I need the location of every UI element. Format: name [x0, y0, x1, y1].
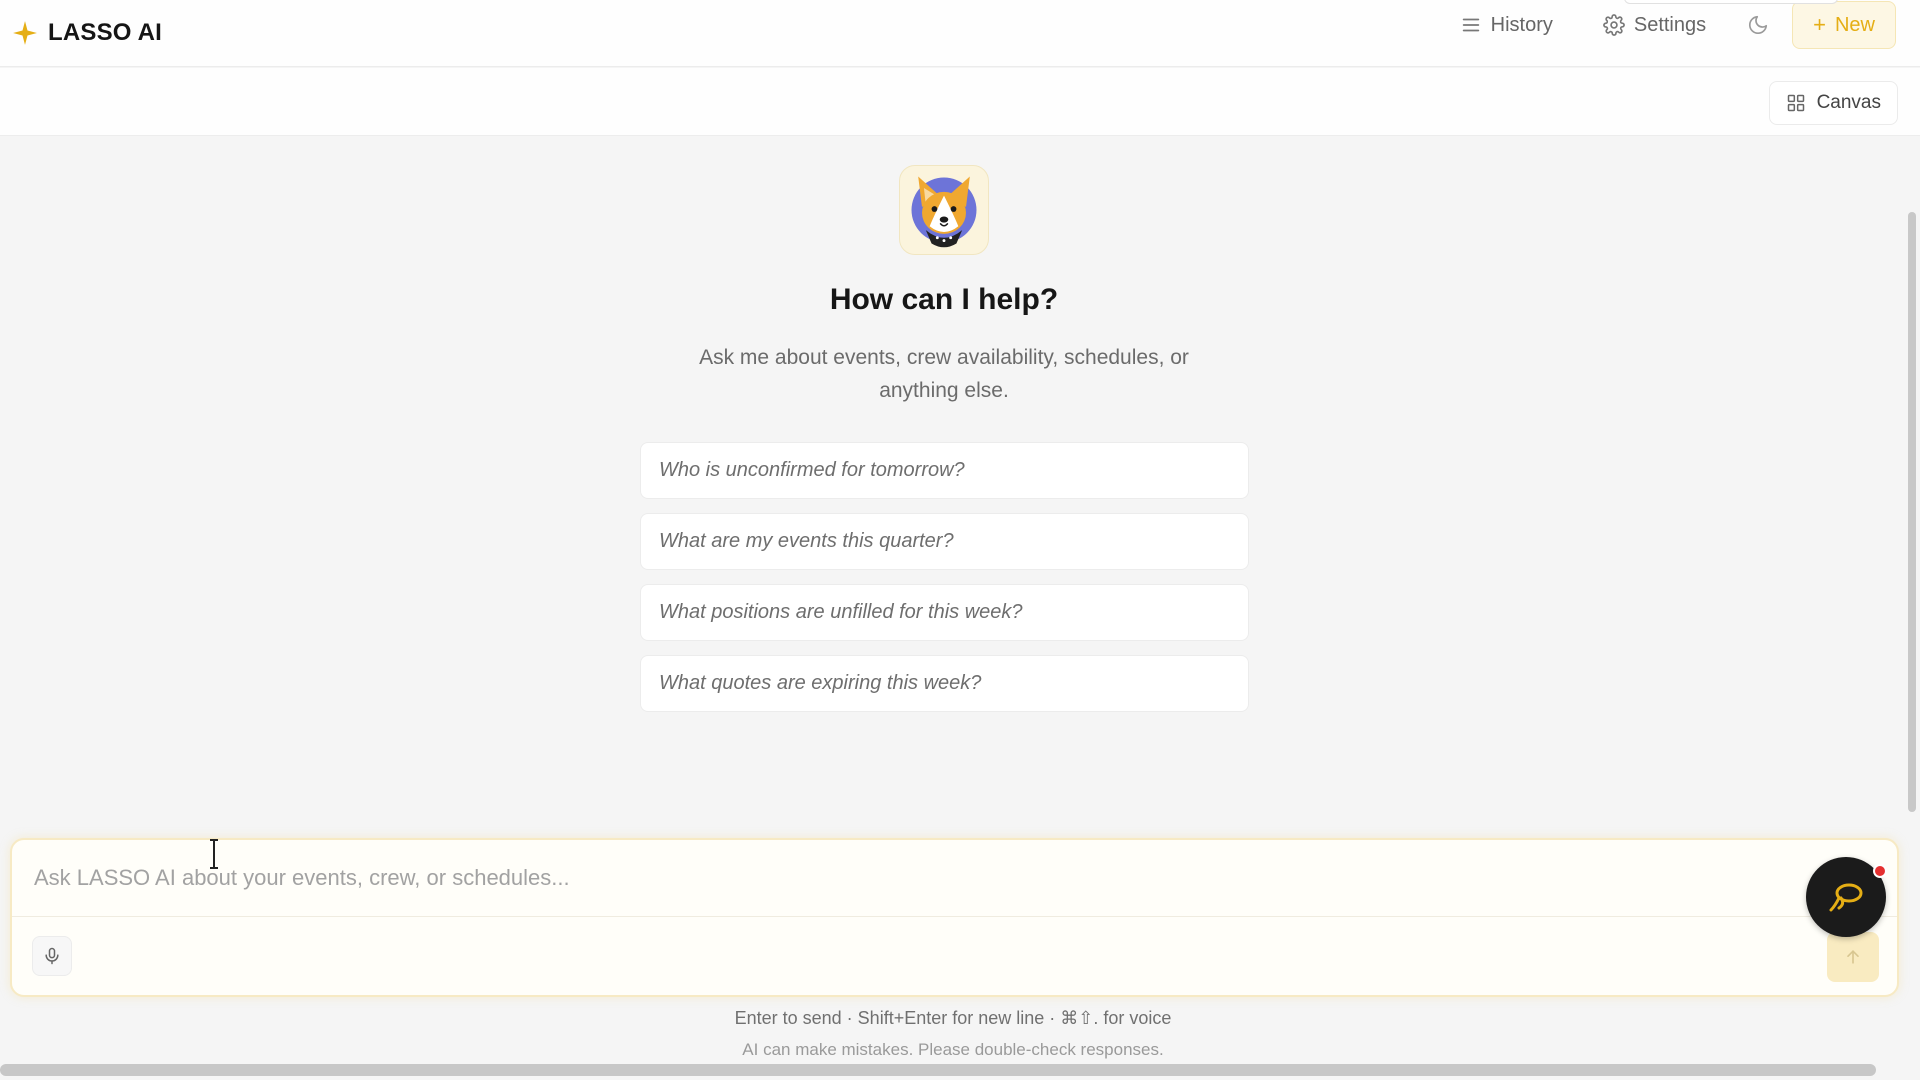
canvas-button[interactable]: Canvas: [1768, 81, 1898, 125]
top-header: LASSO AI History Settings + New: [0, 0, 1920, 67]
vertical-scrollbar-thumb[interactable]: [1908, 212, 1916, 812]
gear-icon: [1602, 14, 1625, 36]
send-button[interactable]: [1827, 932, 1879, 982]
theme-toggle-button[interactable]: [1734, 3, 1782, 47]
message-composer: [10, 838, 1899, 997]
canvas-label: Canvas: [1816, 92, 1881, 113]
chat-empty-state: How can I help? Ask me about events, cre…: [0, 137, 1920, 837]
history-button[interactable]: History: [1438, 3, 1575, 47]
menu-lines-icon: [1462, 18, 1479, 32]
moon-icon: [1749, 15, 1768, 35]
suggestion-item[interactable]: Who is unconfirmed for tomorrow?: [640, 442, 1249, 499]
welcome-subtext: Ask me about events, crew availability, …: [699, 346, 1189, 402]
history-label: History: [1490, 13, 1553, 36]
suggestion-item[interactable]: What are my events this quarter?: [640, 513, 1249, 570]
keyboard-hint: Enter to send · Shift+Enter for new line…: [734, 1008, 1172, 1028]
tooltip-remnant: [1624, 0, 1838, 4]
suggestion-list: Who is unconfirmed for tomorrow? What ar…: [640, 442, 1249, 712]
plus-icon: +: [1813, 12, 1826, 37]
suggestion-item[interactable]: What quotes are expiring this week?: [640, 655, 1249, 712]
header-actions: History Settings + New: [1438, 0, 1896, 50]
lasso-loop-icon: [1829, 883, 1863, 912]
app-name: LASSO AI: [48, 19, 163, 46]
arrow-up-icon: [1847, 950, 1859, 964]
settings-label: Settings: [1633, 13, 1707, 36]
toolbar: Canvas: [0, 68, 1920, 136]
chat-input[interactable]: [12, 840, 1897, 917]
settings-button[interactable]: Settings: [1581, 3, 1728, 47]
microphone-icon: [45, 947, 59, 965]
sparkle-star-icon: [13, 21, 37, 45]
page-title: How can I help?: [829, 283, 1059, 316]
text-cursor-icon: [210, 839, 218, 869]
horizontal-scrollbar-thumb[interactable]: [0, 1064, 1876, 1076]
new-chat-button[interactable]: + New: [1792, 1, 1896, 49]
suggestion-item[interactable]: What positions are unfilled for this wee…: [640, 584, 1249, 641]
new-label: New: [1834, 13, 1875, 36]
brand[interactable]: LASSO AI: [12, 19, 162, 47]
notification-badge: [1873, 864, 1887, 878]
voice-input-button[interactable]: [32, 936, 72, 976]
corgi-mascot-icon: [899, 165, 989, 255]
ai-disclaimer: AI can make mistakes. Please double-chec…: [742, 1040, 1164, 1059]
grid-icon: [1787, 94, 1804, 112]
